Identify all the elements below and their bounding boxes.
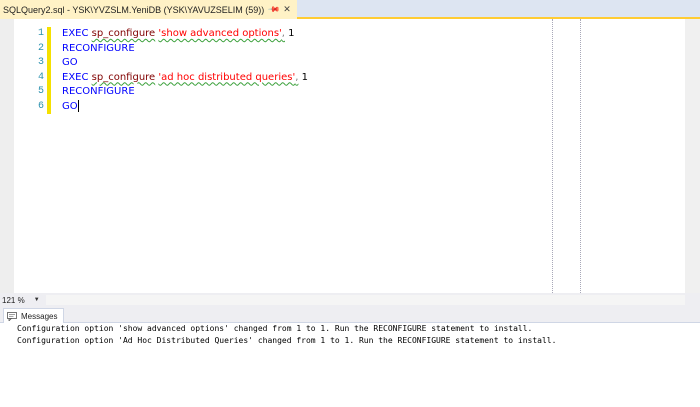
horizontal-scrollbar[interactable] — [46, 295, 685, 305]
change-tracking-bar — [47, 27, 51, 114]
line-number: 3 — [37, 57, 44, 68]
code-line[interactable]: RECONFIGURE — [62, 85, 308, 100]
line-number: 6 — [37, 100, 44, 112]
tab-messages-label: Messages — [21, 311, 58, 321]
line-number: 5 — [37, 86, 44, 97]
selection-margin[interactable] — [0, 19, 14, 293]
messages-text: Configuration option 'show advanced opti… — [17, 323, 556, 347]
line-number-gutter: 1 2 3 4 5 6 — [14, 27, 44, 114]
text-caret — [77, 99, 79, 112]
zoom-dropdown[interactable]: 121 % ▼ — [2, 294, 40, 306]
code-token: EXEC — [62, 28, 89, 39]
code-line[interactable]: RECONFIGURE — [62, 42, 308, 57]
results-tab-strip: Messages — [0, 307, 700, 323]
ssms-window: SQLQuery2.sql - YSK\YVZSLM.YeniDB (YSK\Y… — [0, 0, 700, 407]
line-number: 2 — [37, 42, 44, 54]
code-line[interactable]: GO — [62, 56, 308, 71]
vertical-scrollbar[interactable] — [685, 19, 700, 293]
code-token: GO — [62, 100, 78, 112]
code-token: EXEC — [62, 71, 89, 83]
code-token: sp_configure — [91, 28, 156, 39]
tab-messages[interactable]: Messages — [3, 308, 65, 323]
column-guide-line — [552, 19, 553, 293]
code-line[interactable]: EXEC sp_configure 'show advanced options… — [62, 27, 308, 42]
code-token: RECONFIGURE — [62, 42, 135, 54]
code-token: sp_configure — [91, 71, 156, 83]
messages-pane[interactable]: Configuration option 'show advanced opti… — [0, 323, 700, 407]
line-number: 1 — [37, 28, 44, 39]
code-line[interactable]: EXEC sp_configure 'ad hoc distributed qu… — [62, 71, 308, 86]
document-tab-strip: SQLQuery2.sql - YSK\YVZSLM.YeniDB (YSK\Y… — [0, 0, 700, 19]
code-token: 'show advanced options' — [158, 28, 282, 39]
chevron-down-icon: ▼ — [33, 297, 40, 303]
code-token: GO — [62, 57, 78, 68]
zoom-value: 121 % — [2, 295, 25, 305]
column-guide-line — [580, 19, 581, 293]
tab-title: SQLQuery2.sql - YSK\YVZSLM.YeniDB (YSK\Y… — [3, 4, 265, 15]
messages-icon — [7, 311, 17, 321]
message-line: Configuration option 'Ad Hoc Distributed… — [17, 336, 557, 345]
close-icon[interactable]: ✕ — [283, 4, 291, 15]
code-token: 1 — [298, 71, 308, 83]
pin-icon[interactable]: 📌 — [268, 3, 281, 16]
editor-status-strip: 121 % ▼ — [0, 293, 700, 307]
line-number: 4 — [37, 71, 44, 83]
code-token: RECONFIGURE — [62, 86, 135, 97]
code-line[interactable]: GO — [62, 99, 308, 115]
query-editor[interactable]: 1 2 3 4 5 6 EXEC sp_configure 'show advanced … — [0, 19, 700, 293]
tab-sqlquery2[interactable]: SQLQuery2.sql - YSK\YVZSLM.YeniDB (YSK\Y… — [0, 0, 297, 19]
code-token: 'ad hoc distributed queries' — [158, 71, 296, 83]
code-token: 1 — [284, 28, 295, 39]
code-area[interactable]: EXEC sp_configure 'show advanced options… — [62, 27, 308, 114]
message-line: Configuration option 'show advanced opti… — [17, 324, 533, 333]
